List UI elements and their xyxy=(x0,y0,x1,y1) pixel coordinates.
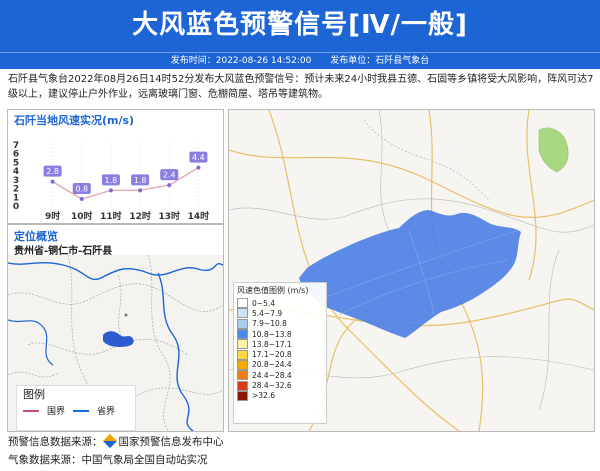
wind-value-label: 1.8 xyxy=(105,176,118,185)
wind-data-point xyxy=(138,188,143,193)
wind-data-point xyxy=(196,165,201,170)
publish-time: 发布时间：2022-08-26 14:52:00 xyxy=(170,56,312,66)
border-national-label: 国界 xyxy=(47,407,66,417)
warning-source: 预警信息数据来源： 国家预警信息发布中心 xyxy=(8,433,224,449)
wind-legend-swatch xyxy=(237,390,248,401)
page-header: 大风蓝色预警信号[Ⅳ/一般] xyxy=(0,0,600,52)
x-tick-label: 9时 xyxy=(45,210,60,222)
wind-data-point xyxy=(79,197,84,202)
wind-legend-label: 13.8~17.1 xyxy=(252,339,292,349)
page-title: 大风蓝色预警信号[Ⅳ/一般] xyxy=(132,10,468,40)
wind-value-label: 0.8 xyxy=(75,185,88,194)
y-tick-label: 7 xyxy=(13,141,19,151)
x-tick-label: 14时 xyxy=(188,210,210,222)
wind-legend-row: 10.8~13.8 xyxy=(234,329,326,340)
border-province-line xyxy=(73,409,90,412)
x-tick-label: 10时 xyxy=(71,210,93,222)
x-tick-label: 12时 xyxy=(129,210,151,222)
wind-color-legend: 风速色值图例 (m/s) 0~5.4 5.4~7.9 7.9~10.8 10.8~13… xyxy=(233,282,327,424)
warning-source-name: 国家预警信息发布中心 xyxy=(118,436,224,448)
wind-legend-swatch xyxy=(237,298,248,309)
wind-legend-row: 0~5.4 xyxy=(234,298,326,309)
y-tick-label: 0 xyxy=(13,202,19,212)
wind-value-label: 4.4 xyxy=(192,153,205,162)
border-national-line xyxy=(23,409,39,412)
meta-bar: 发布时间：2022-08-26 14:52:00 发布单位：石阡县气象台 xyxy=(0,52,600,69)
y-tick-label: 6 xyxy=(13,150,19,160)
wind-legend-label: 5.4~7.9 xyxy=(252,308,283,318)
wind-legend-swatch xyxy=(237,308,248,319)
wind-legend-row: 20.8~24.4 xyxy=(234,359,326,370)
wind-legend-swatch xyxy=(237,380,248,391)
y-tick-label: 5 xyxy=(13,158,19,168)
warning-description: 石阡县气象台2022年08月26日14时52分发布大风蓝色预警信号：预计未来24… xyxy=(8,74,594,100)
wind-legend-row: 28.4~32.6 xyxy=(234,380,326,391)
wind-legend-row: 17.1~20.8 xyxy=(234,349,326,360)
wind-legend-label: 24.4~28.4 xyxy=(252,370,292,380)
x-tick-label: 13时 xyxy=(158,210,180,222)
wind-data-point xyxy=(50,179,55,184)
wind-legend-label: 0~5.4 xyxy=(252,298,275,308)
overview-legend-title: 图例 xyxy=(23,388,45,401)
y-tick-label: 4 xyxy=(13,167,19,177)
wind-speed-chart: 01234567 2.8 0.8 1.8 1.8 2.4 4.4 9时 10时 11时 12时 13时… xyxy=(13,141,210,222)
wind-legend-swatch xyxy=(237,339,248,350)
wind-legend-swatch xyxy=(237,329,248,340)
publisher: 发布单位：石阡县气象台 xyxy=(330,56,430,66)
wind-value-label: 1.8 xyxy=(134,176,147,185)
wind-legend-swatch xyxy=(237,359,248,370)
wind-legend-label: 20.8~24.4 xyxy=(252,360,292,370)
wind-legend-label: 28.4~32.6 xyxy=(252,381,292,391)
wind-legend-row: 24.4~28.4 xyxy=(234,370,326,381)
wind-legend-label: 7.9~10.8 xyxy=(252,319,287,329)
wind-legend-row: >32.6 xyxy=(234,390,326,401)
wind-legend-swatch xyxy=(237,370,248,381)
wind-legend-swatch xyxy=(237,349,248,360)
x-tick-label: 11时 xyxy=(100,210,122,222)
y-tick-label: 2 xyxy=(13,185,19,195)
warning-map[interactable]: 风速色值图例 (m/s) 0~5.4 5.4~7.9 7.9~10.8 10.8~13… xyxy=(228,109,595,432)
overview-legend: 图例 国界 省界 xyxy=(16,385,136,431)
wind-legend-swatch xyxy=(237,318,248,329)
warning-source-label: 预警信息数据来源： xyxy=(8,436,103,448)
location-overview-panel: 定位概览 贵州省-铜仁市-石阡县 图例 国界 省界 xyxy=(7,224,224,432)
wind-legend-row: 5.4~7.9 xyxy=(234,308,326,319)
wind-legend-label: >32.6 xyxy=(252,391,275,401)
warning-center-icon xyxy=(102,433,117,449)
wind-legend-title: 风速色值图例 (m/s) xyxy=(237,286,309,295)
wind-value-label: 2.4 xyxy=(163,171,176,180)
wind-legend-row: 13.8~17.1 xyxy=(234,339,326,350)
y-tick-label: 3 xyxy=(13,176,19,186)
wind-value-label: 2.8 xyxy=(46,167,59,176)
wind-data-point xyxy=(108,188,113,193)
wind-legend-label: 10.8~13.8 xyxy=(252,329,292,339)
wind-legend-row: 7.9~10.8 xyxy=(234,318,326,329)
wind-speed-panel: 石阡当地风速实况(m/s) 0 1 2 3 4 5 6 7 2.8 0.8 1.8 1.8 2.4 4.4… xyxy=(7,109,224,224)
wind-legend-label: 17.1~20.8 xyxy=(252,350,292,360)
wind-data-point xyxy=(167,183,172,188)
weather-source: 气象数据来源：中国气象局全国自动站实况 xyxy=(8,454,208,466)
y-tick-label: 1 xyxy=(13,193,19,203)
border-province-label: 省界 xyxy=(97,407,116,417)
